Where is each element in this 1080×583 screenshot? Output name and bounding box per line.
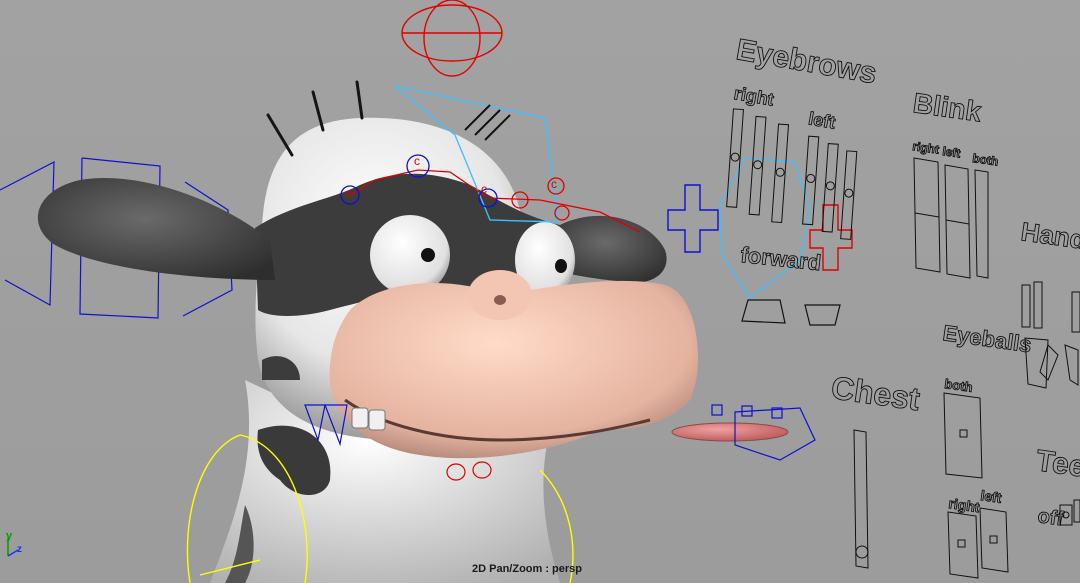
axis-y-label: y: [6, 530, 13, 542]
chest-title: Chest: [829, 369, 922, 417]
svg-text:c: c: [414, 154, 420, 168]
cow-tongue[interactable]: [671, 422, 789, 442]
eyebrows-forward-markers[interactable]: [741, 299, 841, 326]
svg-text:c: c: [551, 177, 557, 191]
teeth-off-label: off: [1036, 505, 1065, 530]
head-rig-hatch: [464, 104, 511, 141]
eyeballs-panel[interactable]: Eyeballs both right left: [941, 320, 1034, 579]
chest-panel[interactable]: Chest: [829, 369, 923, 569]
left-ear[interactable]: [37, 178, 276, 280]
hands-panel[interactable]: Hands: [1019, 216, 1080, 389]
blink-both-label: both: [972, 151, 1000, 168]
blink-left-label: left: [942, 144, 962, 160]
teeth-title: Teeth: [1034, 444, 1080, 488]
camera-hud-label: 2D Pan/Zoom : persp: [472, 563, 583, 575]
eyebrows-panel[interactable]: Eyebrows right left: [722, 33, 880, 240]
axis-z-label: z: [17, 544, 22, 555]
svg-text:c: c: [481, 182, 487, 196]
maya-viewport[interactable]: c c c c Eyebrows right left forward Blin…: [0, 0, 1080, 583]
eyeballs-title: Eyeballs: [941, 320, 1033, 357]
eyebrow-forward-hex[interactable]: [719, 157, 811, 299]
teeth-panel[interactable]: Teeth off: [1034, 444, 1080, 531]
blink-title: Blink: [911, 87, 984, 127]
blink-right-label: right: [912, 139, 940, 157]
eyeballs-left-label: left: [980, 487, 1003, 506]
eyebrows-left-label: left: [807, 108, 837, 132]
svg-text:c: c: [345, 186, 351, 200]
eyebrows-right-label: right: [732, 83, 775, 110]
head-controller[interactable]: [401, 0, 503, 77]
hands-title: Hands: [1019, 216, 1080, 257]
eyeballs-both-label: both: [944, 376, 974, 395]
eyebrow-forward-cross-blue[interactable]: [667, 184, 719, 253]
cow-snout[interactable]: [329, 270, 698, 459]
viewport-scene[interactable]: c c c c Eyebrows right left forward Blin…: [0, 0, 1080, 583]
blink-panel[interactable]: Blink right left both: [911, 87, 1000, 279]
eyebrows-title: Eyebrows: [734, 33, 879, 90]
